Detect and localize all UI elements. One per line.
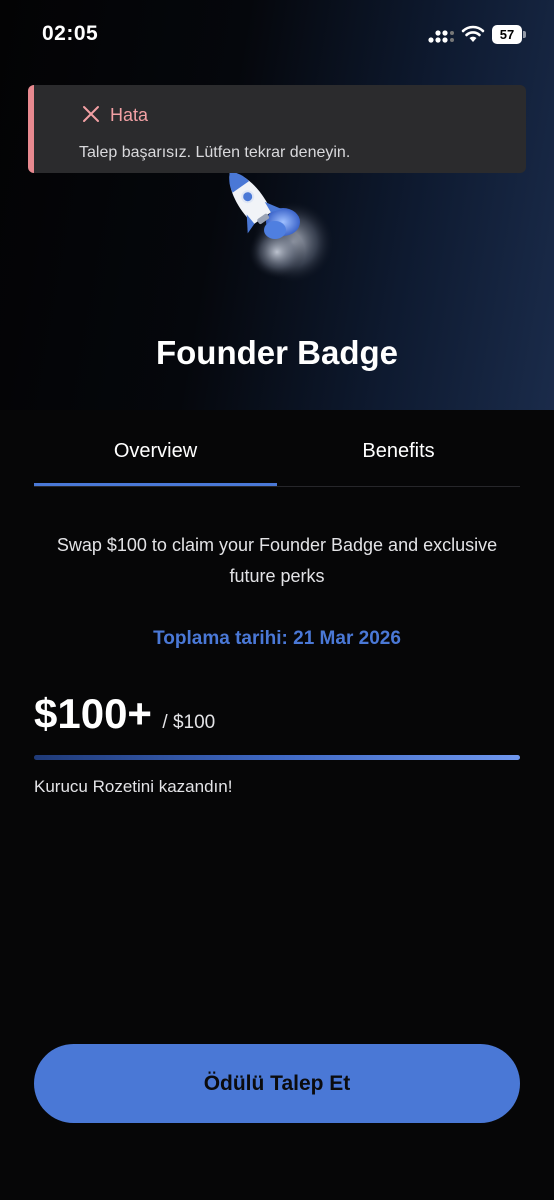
toast-accent-bar [28,85,34,173]
signal-icon [428,30,454,43]
progress-fill [34,755,520,760]
tab-benefits[interactable]: Benefits [277,420,520,486]
battery-icon: 57 [492,25,526,44]
status-time: 02:05 [42,22,99,45]
badge-screen: 02:05 57 Founder Badge Hata Talep başarı… [0,0,554,1200]
progress-message: Kurucu Rozetini kazandın! [34,777,233,796]
amount-target: / $100 [162,712,216,733]
close-icon[interactable] [82,105,100,123]
badge-description: Swap $100 to claim your Founder Badge an… [56,535,498,586]
active-tab-indicator [34,483,277,486]
amount-value: $100+ [34,690,152,737]
error-toast: Hata Talep başarısız. Lütfen tekrar dene… [28,85,526,173]
collection-date: Toplama tarihi: 21 Mar 2026 [153,628,401,649]
toast-title: Hata [110,105,149,125]
status-bar: 02:05 57 [0,0,554,70]
hero-header: 02:05 57 Founder Badge [0,0,554,410]
wifi-icon [461,25,485,42]
claim-reward-button[interactable]: Ödülü Talep Et [34,1044,520,1123]
amount-row: $100+ / $100 [34,690,215,740]
progress-bar [34,755,520,760]
tab-bar: Overview Benefits [34,420,520,487]
rocket-icon [229,171,333,282]
toast-message: Talep başarısız. Lütfen tekrar deneyin. [79,144,351,161]
tab-overview[interactable]: Overview [34,420,277,486]
battery-level: 57 [492,25,522,44]
page-title: Founder Badge [155,334,398,371]
